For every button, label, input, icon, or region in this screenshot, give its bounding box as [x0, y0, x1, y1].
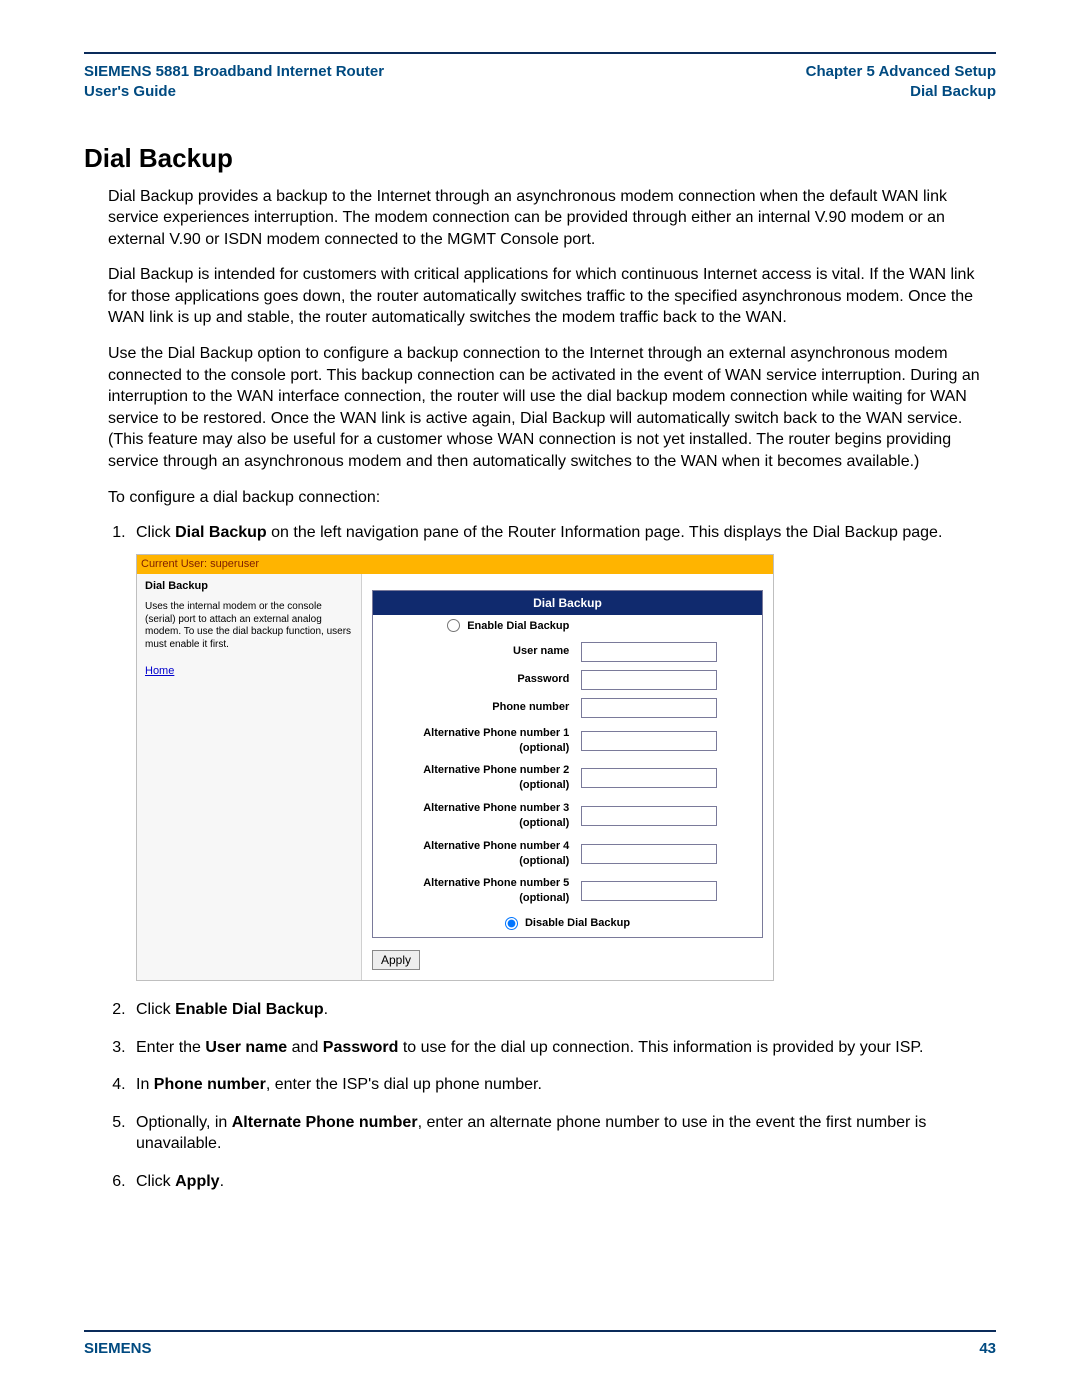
- page: SIEMENS 5881 Broadband Internet Router U…: [0, 0, 1080, 1397]
- alt3-input[interactable]: [581, 806, 717, 826]
- step-4: In Phone number, enter the ISP's dial up…: [130, 1074, 996, 1096]
- figure-body: Dial Backup Uses the internal modem or t…: [137, 574, 773, 980]
- alt1-label: Alternative Phone number 1 (optional): [373, 722, 576, 760]
- page-number: 43: [979, 1340, 996, 1357]
- sidebar-title: Dial Backup: [145, 580, 353, 594]
- form-header: Dial Backup: [373, 590, 763, 615]
- header-left: SIEMENS 5881 Broadband Internet Router U…: [84, 62, 384, 103]
- steps-list: Click Dial Backup on the left navigation…: [108, 522, 996, 1192]
- section-label: Dial Backup: [910, 83, 996, 100]
- alt1-input[interactable]: [581, 731, 717, 751]
- enable-dial-backup-radio[interactable]: [447, 619, 460, 632]
- phone-input[interactable]: [581, 698, 717, 718]
- step-6: Click Apply.: [130, 1171, 996, 1193]
- alt5-input[interactable]: [581, 881, 717, 901]
- alt4-input[interactable]: [581, 844, 717, 864]
- paragraph-3: Use the Dial Backup option to configure …: [108, 343, 996, 473]
- chapter-label: Chapter 5 Advanced Setup: [806, 63, 996, 80]
- dial-backup-screenshot: Current User: superuser Dial Backup Uses…: [136, 554, 774, 981]
- disable-row: Disable Dial Backup: [373, 910, 763, 937]
- alt5-label: Alternative Phone number 5 (optional): [373, 872, 576, 910]
- password-input[interactable]: [581, 670, 717, 690]
- alt3-label: Alternative Phone number 3 (optional): [373, 797, 576, 835]
- step-2: Click Enable Dial Backup.: [130, 999, 996, 1021]
- alt4-label: Alternative Phone number 4 (optional): [373, 835, 576, 873]
- username-label: User name: [373, 638, 576, 666]
- figure-sidebar: Dial Backup Uses the internal modem or t…: [137, 574, 362, 980]
- enable-row: Enable Dial Backup: [373, 615, 576, 638]
- doc-title-line2: User's Guide: [84, 83, 176, 100]
- current-user-bar: Current User: superuser: [137, 555, 773, 574]
- doc-title-line1: SIEMENS 5881 Broadband Internet Router: [84, 63, 384, 80]
- alt2-input[interactable]: [581, 768, 717, 788]
- sidebar-description: Uses the internal modem or the console (…: [145, 601, 353, 651]
- paragraph-2: Dial Backup is intended for customers wi…: [108, 264, 996, 329]
- figure-main: Dial Backup Enable Dial Backup User name: [362, 574, 773, 980]
- username-input[interactable]: [581, 642, 717, 662]
- section-heading: Dial Backup: [84, 143, 996, 174]
- page-footer: SIEMENS 43: [84, 1330, 996, 1357]
- paragraph-4: To configure a dial backup connection:: [108, 487, 996, 509]
- header-right: Chapter 5 Advanced Setup Dial Backup: [806, 62, 996, 103]
- step-1: Click Dial Backup on the left navigation…: [130, 522, 996, 981]
- paragraph-1: Dial Backup provides a backup to the Int…: [108, 186, 996, 251]
- password-label: Password: [373, 666, 576, 694]
- phone-label: Phone number: [373, 694, 576, 722]
- footer-brand: SIEMENS: [84, 1340, 152, 1357]
- alt2-label: Alternative Phone number 2 (optional): [373, 759, 576, 797]
- step-5: Optionally, in Alternate Phone number, e…: [130, 1112, 996, 1155]
- disable-dial-backup-radio[interactable]: [505, 917, 518, 930]
- body-text: Dial Backup provides a backup to the Int…: [108, 186, 996, 509]
- home-link[interactable]: Home: [145, 665, 174, 679]
- apply-button[interactable]: Apply: [372, 950, 420, 970]
- dial-backup-form: Dial Backup Enable Dial Backup User name: [372, 590, 763, 938]
- page-header: SIEMENS 5881 Broadband Internet Router U…: [84, 52, 996, 103]
- step-3: Enter the User name and Password to use …: [130, 1037, 996, 1059]
